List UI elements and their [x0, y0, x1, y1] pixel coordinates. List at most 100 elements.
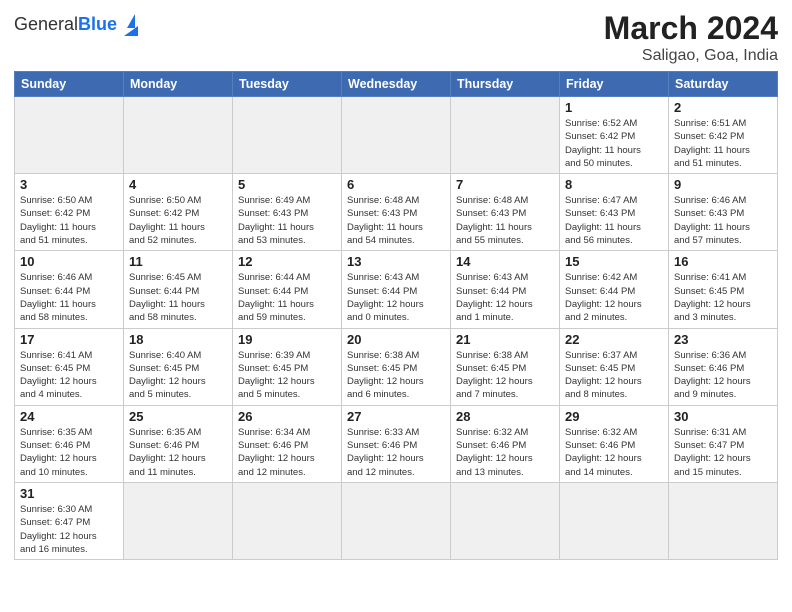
day-number: 16	[674, 254, 772, 269]
day-number: 27	[347, 409, 445, 424]
day-number: 21	[456, 332, 554, 347]
calendar-table: SundayMondayTuesdayWednesdayThursdayFrid…	[14, 71, 778, 560]
day-number: 23	[674, 332, 772, 347]
col-header-tuesday: Tuesday	[233, 72, 342, 97]
calendar-subtitle: Saligao, Goa, India	[604, 47, 778, 65]
day-number: 29	[565, 409, 663, 424]
day-cell	[124, 97, 233, 174]
day-cell: 5Sunrise: 6:49 AM Sunset: 6:43 PM Daylig…	[233, 174, 342, 251]
day-number: 1	[565, 100, 663, 115]
day-cell: 24Sunrise: 6:35 AM Sunset: 6:46 PM Dayli…	[15, 405, 124, 482]
day-number: 12	[238, 254, 336, 269]
day-cell: 29 Sunrise: 6:32 AM Sunset: 6:46 PM Dayli…	[560, 405, 669, 482]
col-header-sunday: Sunday	[15, 72, 124, 97]
col-header-monday: Monday	[124, 72, 233, 97]
day-info: Sunrise: 6:41 AM Sunset: 6:45 PM Dayligh…	[674, 271, 772, 324]
day-cell	[560, 482, 669, 559]
day-info: Sunrise: 6:48 AM Sunset: 6:43 PM Dayligh…	[456, 194, 554, 247]
day-cell: 4Sunrise: 6:50 AM Sunset: 6:42 PM Daylig…	[124, 174, 233, 251]
day-cell: 7 Sunrise: 6:48 AM Sunset: 6:43 PM Daylig…	[451, 174, 560, 251]
day-info: Sunrise: 6:40 AM Sunset: 6:45 PM Dayligh…	[129, 349, 227, 402]
day-cell: 8 Sunrise: 6:47 AM Sunset: 6:43 PM Daylig…	[560, 174, 669, 251]
logo-text: GeneralBlue	[14, 15, 117, 35]
day-info: Sunrise: 6:31 AM Sunset: 6:47 PM Dayligh…	[674, 426, 772, 479]
day-cell: 26Sunrise: 6:34 AM Sunset: 6:46 PM Dayli…	[233, 405, 342, 482]
day-cell: 9 Sunrise: 6:46 AM Sunset: 6:43 PM Daylig…	[669, 174, 778, 251]
day-number: 6	[347, 177, 445, 192]
day-info: Sunrise: 6:50 AM Sunset: 6:42 PM Dayligh…	[20, 194, 118, 247]
logo-triangle-bottom	[124, 26, 138, 36]
day-cell: 22Sunrise: 6:37 AM Sunset: 6:45 PM Dayli…	[560, 328, 669, 405]
day-number: 18	[129, 332, 227, 347]
day-info: Sunrise: 6:38 AM Sunset: 6:45 PM Dayligh…	[347, 349, 445, 402]
day-info: Sunrise: 6:44 AM Sunset: 6:44 PM Dayligh…	[238, 271, 336, 324]
col-header-wednesday: Wednesday	[342, 72, 451, 97]
day-cell	[342, 482, 451, 559]
day-cell: 31Sunrise: 6:30 AM Sunset: 6:47 PM Dayli…	[15, 482, 124, 559]
day-cell: 18 Sunrise: 6:40 AM Sunset: 6:45 PM Dayli…	[124, 328, 233, 405]
day-info: Sunrise: 6:43 AM Sunset: 6:44 PM Dayligh…	[456, 271, 554, 324]
day-number: 19	[238, 332, 336, 347]
day-cell: 13Sunrise: 6:43 AM Sunset: 6:44 PM Dayli…	[342, 251, 451, 328]
col-header-friday: Friday	[560, 72, 669, 97]
day-info: Sunrise: 6:52 AM Sunset: 6:42 PM Dayligh…	[565, 117, 663, 170]
day-number: 7	[456, 177, 554, 192]
day-info: Sunrise: 6:46 AM Sunset: 6:44 PM Dayligh…	[20, 271, 118, 324]
day-cell	[233, 482, 342, 559]
day-info: Sunrise: 6:36 AM Sunset: 6:46 PM Dayligh…	[674, 349, 772, 402]
day-number: 15	[565, 254, 663, 269]
title-block: March 2024 Saligao, Goa, India	[604, 10, 778, 65]
day-info: Sunrise: 6:32 AM Sunset: 6:46 PM Dayligh…	[565, 426, 663, 479]
day-number: 3	[20, 177, 118, 192]
week-row-4: 24Sunrise: 6:35 AM Sunset: 6:46 PM Dayli…	[15, 405, 778, 482]
day-cell: 23 Sunrise: 6:36 AM Sunset: 6:46 PM Dayli…	[669, 328, 778, 405]
day-info: Sunrise: 6:34 AM Sunset: 6:46 PM Dayligh…	[238, 426, 336, 479]
day-cell: 1 Sunrise: 6:52 AM Sunset: 6:42 PM Daylig…	[560, 97, 669, 174]
days-header-row: SundayMondayTuesdayWednesdayThursdayFrid…	[15, 72, 778, 97]
day-info: Sunrise: 6:47 AM Sunset: 6:43 PM Dayligh…	[565, 194, 663, 247]
week-row-3: 17Sunrise: 6:41 AM Sunset: 6:45 PM Dayli…	[15, 328, 778, 405]
day-number: 31	[20, 486, 118, 501]
day-info: Sunrise: 6:33 AM Sunset: 6:46 PM Dayligh…	[347, 426, 445, 479]
day-cell	[451, 97, 560, 174]
day-info: Sunrise: 6:38 AM Sunset: 6:45 PM Dayligh…	[456, 349, 554, 402]
day-number: 22	[565, 332, 663, 347]
day-cell: 25Sunrise: 6:35 AM Sunset: 6:46 PM Dayli…	[124, 405, 233, 482]
day-cell	[342, 97, 451, 174]
day-cell	[669, 482, 778, 559]
week-row-1: 3 Sunrise: 6:50 AM Sunset: 6:42 PM Daylig…	[15, 174, 778, 251]
day-number: 8	[565, 177, 663, 192]
day-info: Sunrise: 6:48 AM Sunset: 6:43 PM Dayligh…	[347, 194, 445, 247]
day-cell: 14Sunrise: 6:43 AM Sunset: 6:44 PM Dayli…	[451, 251, 560, 328]
day-cell: 2 Sunrise: 6:51 AM Sunset: 6:42 PM Daylig…	[669, 97, 778, 174]
day-number: 2	[674, 100, 772, 115]
col-header-thursday: Thursday	[451, 72, 560, 97]
day-cell: 17Sunrise: 6:41 AM Sunset: 6:45 PM Dayli…	[15, 328, 124, 405]
day-number: 25	[129, 409, 227, 424]
day-info: Sunrise: 6:46 AM Sunset: 6:43 PM Dayligh…	[674, 194, 772, 247]
day-cell	[124, 482, 233, 559]
day-number: 13	[347, 254, 445, 269]
day-info: Sunrise: 6:45 AM Sunset: 6:44 PM Dayligh…	[129, 271, 227, 324]
week-row-5: 31Sunrise: 6:30 AM Sunset: 6:47 PM Dayli…	[15, 482, 778, 559]
calendar-title: March 2024	[604, 10, 778, 47]
day-cell: 28Sunrise: 6:32 AM Sunset: 6:46 PM Dayli…	[451, 405, 560, 482]
day-cell: 15Sunrise: 6:42 AM Sunset: 6:44 PM Dayli…	[560, 251, 669, 328]
day-cell	[233, 97, 342, 174]
day-number: 20	[347, 332, 445, 347]
day-number: 10	[20, 254, 118, 269]
day-cell: 10 Sunrise: 6:46 AM Sunset: 6:44 PM Dayli…	[15, 251, 124, 328]
page: GeneralBlue March 2024 Saligao, Goa, Ind…	[0, 0, 792, 570]
day-cell	[451, 482, 560, 559]
day-number: 9	[674, 177, 772, 192]
day-cell: 12 Sunrise: 6:44 AM Sunset: 6:44 PM Dayli…	[233, 251, 342, 328]
logo: GeneralBlue	[14, 10, 138, 36]
day-number: 30	[674, 409, 772, 424]
day-cell	[15, 97, 124, 174]
col-header-saturday: Saturday	[669, 72, 778, 97]
day-info: Sunrise: 6:51 AM Sunset: 6:42 PM Dayligh…	[674, 117, 772, 170]
day-cell: 19Sunrise: 6:39 AM Sunset: 6:45 PM Dayli…	[233, 328, 342, 405]
logo-blue: Blue	[78, 14, 117, 34]
header: GeneralBlue March 2024 Saligao, Goa, Ind…	[14, 10, 778, 65]
day-number: 11	[129, 254, 227, 269]
